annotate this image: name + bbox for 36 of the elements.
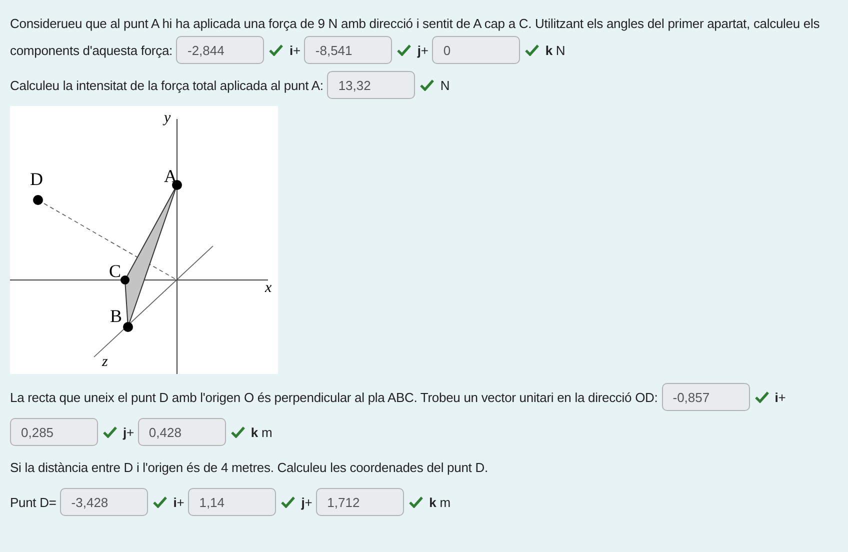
point-label: D bbox=[30, 169, 43, 189]
axis-label: y bbox=[164, 110, 171, 126]
answer-field[interactable]: 1,712 bbox=[316, 488, 404, 516]
question-text: i+ bbox=[173, 494, 184, 510]
answer-field[interactable]: -0,857 bbox=[662, 383, 750, 411]
answer-field[interactable]: 0,285 bbox=[10, 418, 98, 446]
question-text: k m bbox=[250, 424, 272, 440]
question-text: N bbox=[440, 78, 450, 92]
question-text: j+ bbox=[417, 42, 428, 58]
answer-field[interactable]: 13,32 bbox=[327, 71, 416, 99]
question-text: Si la distància entre D i l'origen és de 4 metres. Calculeu les coordenades del punt D. bbox=[10, 460, 488, 474]
point-dot bbox=[33, 195, 43, 205]
answer-field[interactable]: -8,541 bbox=[304, 36, 392, 64]
question-text: i+ bbox=[289, 42, 300, 58]
point-dot bbox=[123, 322, 133, 332]
answer-field[interactable]: 0,428 bbox=[138, 418, 226, 446]
point-dot bbox=[172, 180, 182, 190]
question-text: Considerueu que al punt A hi ha aplicada una força de 9 N amb direcció i sentit de A cap a C. Utilitzant els angles del primer apartat, calculeu els bbox=[10, 16, 820, 30]
question-text: k N bbox=[545, 42, 566, 58]
question-text: j+ bbox=[123, 424, 134, 440]
answer-field[interactable]: 0 bbox=[432, 36, 520, 64]
answer-field[interactable]: 1,14 bbox=[188, 488, 276, 516]
answer-field[interactable]: -2,844 bbox=[176, 36, 264, 64]
axis-label: z bbox=[102, 354, 108, 370]
question-text: components d'aquesta força: bbox=[10, 42, 172, 58]
point-label: B bbox=[110, 306, 122, 326]
question-text: La recta que uneix el punt D amb l'origen O és perpendicular al pla ABC. Trobeu un vector unitari en la direcció OD: bbox=[10, 390, 658, 404]
question-text: i+ bbox=[774, 390, 786, 404]
question-text: j+ bbox=[301, 494, 312, 510]
point-label: C bbox=[109, 261, 121, 281]
answer-field[interactable]: -3,428 bbox=[60, 488, 148, 516]
axis-label: x bbox=[265, 280, 272, 296]
point-dot bbox=[120, 276, 130, 284]
question-text: k m bbox=[429, 494, 450, 510]
question-text: Calculeu la intensitat de la força total aplicada al punt A: bbox=[10, 78, 324, 92]
question-text: Punt D= bbox=[10, 494, 56, 510]
